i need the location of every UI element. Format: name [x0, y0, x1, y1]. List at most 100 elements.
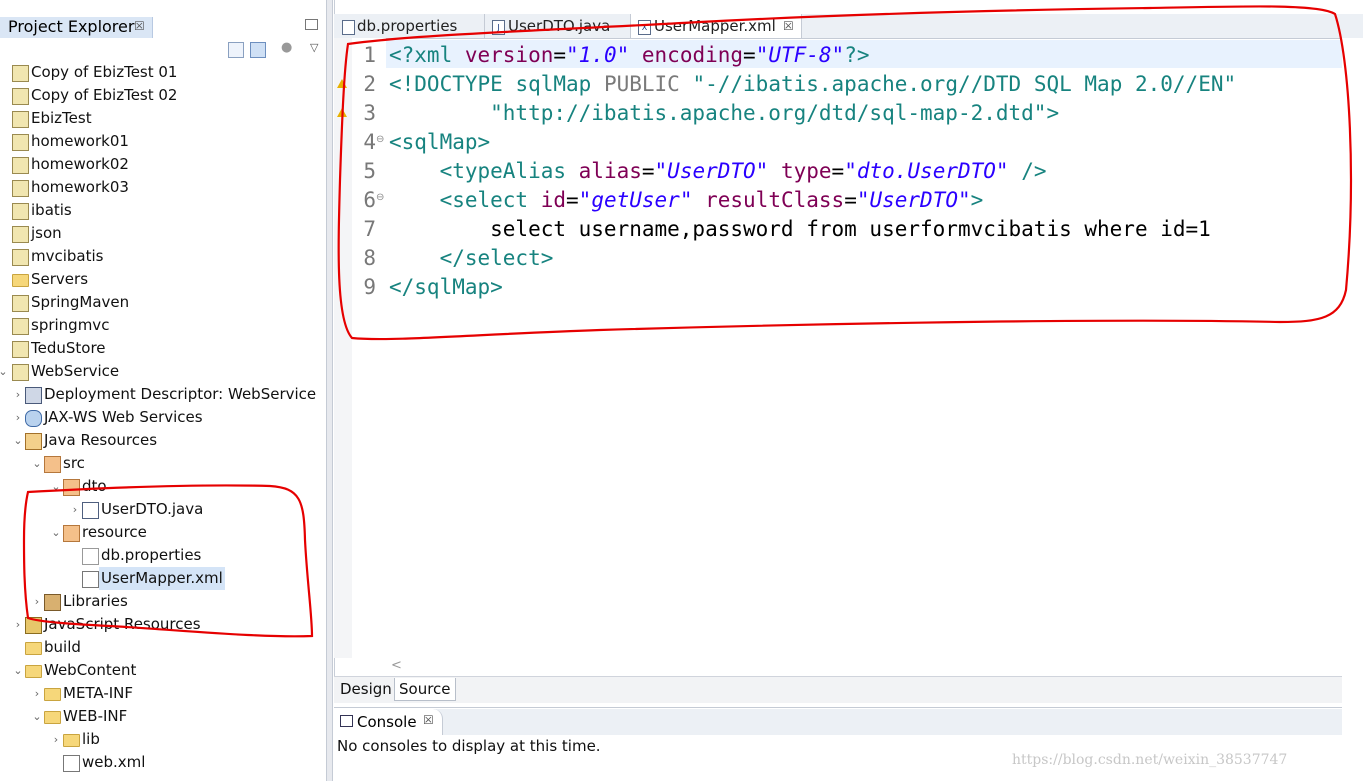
tree-item-label: Servers: [31, 270, 89, 288]
project-icon: [12, 249, 29, 266]
code-line-9[interactable]: </sqlMap>: [389, 273, 503, 302]
tree-item[interactable]: ⌄ WebContent: [0, 659, 326, 682]
tree-item[interactable]: › Libraries: [0, 590, 326, 613]
tree-item[interactable]: ⌄ Java Resources: [0, 429, 326, 452]
tree-item[interactable]: UserMapper.xml: [0, 567, 326, 590]
tree-item[interactable]: ⌄ src: [0, 452, 326, 475]
chevron-down-icon[interactable]: ⌄: [32, 705, 42, 728]
chevron-right-icon[interactable]: ›: [51, 728, 61, 751]
tree-item[interactable]: ibatis: [0, 199, 326, 222]
tree-item[interactable]: ⌄ WebService: [0, 360, 326, 383]
line-number: 2: [363, 72, 376, 96]
tree-item[interactable]: EbizTest: [0, 107, 326, 130]
code-line-5[interactable]: <typeAlias alias="UserDTO" type="dto.Use…: [389, 157, 1047, 186]
tree-item[interactable]: json: [0, 222, 326, 245]
chevron-right-icon[interactable]: ›: [13, 613, 23, 636]
chevron-down-icon[interactable]: ⌄: [0, 360, 8, 383]
fold-toggle-icon[interactable]: ⊖: [376, 192, 384, 203]
tree-item-label: JavaScript Resources: [44, 615, 201, 633]
chevron-right-icon[interactable]: ›: [13, 406, 23, 429]
scroll-left-icon[interactable]: <: [391, 658, 402, 673]
tree-item-label: web.xml: [82, 753, 146, 771]
close-icon[interactable]: ☒: [783, 14, 794, 38]
editor-tab-userdto-java[interactable]: J UserDTO.java: [485, 14, 631, 38]
tree-item[interactable]: homework01: [0, 130, 326, 153]
tree-item[interactable]: › lib: [0, 728, 326, 751]
properties-file-icon: [342, 20, 355, 35]
editor-tab-usermapper-xml[interactable]: X UserMapper.xml ☒: [631, 14, 802, 38]
tree-item[interactable]: › Deployment Descriptor: WebService: [0, 383, 326, 406]
view-menu-icon[interactable]: ▽: [310, 41, 324, 55]
chevron-down-icon[interactable]: ⌄: [32, 452, 42, 475]
chevron-down-icon[interactable]: ⌄: [51, 475, 61, 498]
collapse-all-icon[interactable]: [228, 42, 244, 58]
horizontal-scrollbar[interactable]: [386, 658, 1342, 676]
tree-item[interactable]: springmvc: [0, 314, 326, 337]
code-line-8[interactable]: </select>: [389, 244, 554, 273]
link-with-editor-icon[interactable]: [250, 42, 266, 58]
chevron-down-icon[interactable]: ⌄: [13, 659, 23, 682]
tree-item[interactable]: › META-INF: [0, 682, 326, 705]
close-icon[interactable]: ☒: [423, 713, 434, 727]
code-line-3[interactable]: "http://ibatis.apache.org/dtd/sql-map-2.…: [389, 99, 1059, 128]
chevron-right-icon[interactable]: ›: [32, 590, 42, 613]
project-icon: [12, 341, 29, 358]
tree-item[interactable]: mvcibatis: [0, 245, 326, 268]
focus-icon[interactable]: ●: [281, 40, 295, 55]
chevron-right-icon[interactable]: ›: [70, 498, 80, 521]
console-icon: [340, 715, 353, 727]
java-file-icon: [82, 502, 99, 519]
panel-splitter[interactable]: [326, 0, 333, 781]
editor-tab-db-properties[interactable]: db.properties: [334, 14, 485, 38]
tree-item[interactable]: Copy of EbizTest 02: [0, 84, 326, 107]
tree-item-label: mvcibatis: [31, 247, 104, 265]
tree-item[interactable]: ⌄ resource: [0, 521, 326, 544]
tab-source[interactable]: Source: [394, 678, 456, 701]
tree-item-label: Java Resources: [44, 431, 158, 449]
tree-item-label: homework01: [31, 132, 129, 150]
tree-item-label: db.properties: [101, 546, 202, 564]
watermark: https://blog.csdn.net/weixin_38537747: [1012, 752, 1288, 768]
project-icon: [12, 134, 29, 151]
tree-item[interactable]: TeduStore: [0, 337, 326, 360]
editor-tab-label: db.properties: [357, 17, 458, 35]
chevron-down-icon[interactable]: ⌄: [51, 521, 61, 544]
tree-item[interactable]: ⌄ WEB-INF: [0, 705, 326, 728]
tree-item[interactable]: ⌄ dto: [0, 475, 326, 498]
project-explorer-toolbar: [0, 38, 328, 62]
close-icon[interactable]: ☒: [134, 19, 145, 33]
code-line-6[interactable]: <select id="getUser" resultClass="UserDT…: [389, 186, 984, 215]
warning-icon[interactable]: [337, 108, 347, 117]
tree-item[interactable]: SpringMaven: [0, 291, 326, 314]
tree-item[interactable]: Copy of EbizTest 01: [0, 61, 326, 84]
tree-item[interactable]: › JavaScript Resources: [0, 613, 326, 636]
tree-item[interactable]: web.xml: [0, 751, 326, 774]
console-tabbar: [334, 709, 1342, 735]
tab-design[interactable]: Design: [336, 678, 396, 700]
warning-icon[interactable]: [337, 79, 347, 88]
folder-icon: [12, 274, 29, 287]
minimize-icon[interactable]: [305, 19, 318, 30]
code-line-4[interactable]: <sqlMap>: [389, 128, 490, 157]
fold-toggle-icon[interactable]: ⊖: [376, 134, 384, 145]
code-line-1[interactable]: <?xml version="1.0" encoding="UTF-8"?>: [389, 41, 870, 70]
editor-tab-label: UserMapper.xml: [654, 17, 776, 35]
folder-icon: [44, 711, 61, 724]
tree-item[interactable]: › UserDTO.java: [0, 498, 326, 521]
chevron-right-icon[interactable]: ›: [32, 682, 42, 705]
code-line-7[interactable]: select username,password from userformvc…: [389, 215, 1211, 244]
code-line-2[interactable]: <!DOCTYPE sqlMap PUBLIC "-//ibatis.apach…: [389, 70, 1236, 99]
console-message: No consoles to display at this time.: [337, 737, 601, 755]
tree-item[interactable]: homework02: [0, 153, 326, 176]
line-number: 4: [363, 130, 376, 154]
chevron-right-icon[interactable]: ›: [13, 383, 23, 406]
tree-item[interactable]: homework03: [0, 176, 326, 199]
tree-item[interactable]: › JAX-WS Web Services: [0, 406, 326, 429]
folder-icon: [25, 642, 42, 655]
tree-item[interactable]: db.properties: [0, 544, 326, 567]
tree-item[interactable]: Servers: [0, 268, 326, 291]
tree-item-label: Copy of EbizTest 01: [31, 63, 178, 81]
tree-item[interactable]: build: [0, 636, 326, 659]
tree-item-label: springmvc: [31, 316, 110, 334]
chevron-down-icon[interactable]: ⌄: [13, 429, 23, 452]
